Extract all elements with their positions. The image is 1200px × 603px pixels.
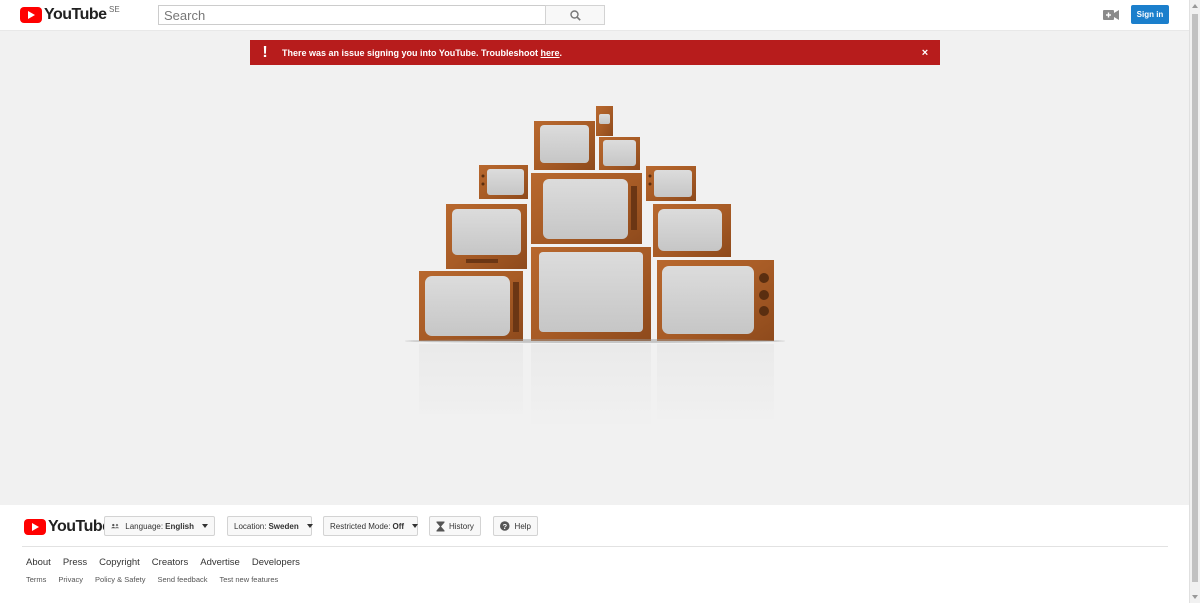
svg-text:?: ? xyxy=(502,522,507,531)
footer-link-about[interactable]: About xyxy=(26,557,51,568)
search-icon xyxy=(569,9,581,21)
scroll-up-arrow-icon[interactable] xyxy=(1192,4,1198,8)
region-code: SE xyxy=(109,5,120,14)
footer-link-terms[interactable]: Terms xyxy=(26,575,46,584)
footer-link-press[interactable]: Press xyxy=(63,557,87,568)
language-picker-button[interactable]: Language: English xyxy=(104,516,215,536)
history-button[interactable]: History xyxy=(429,516,481,536)
footer-link-advertise[interactable]: Advertise xyxy=(200,557,240,568)
footer-link-privacy[interactable]: Privacy xyxy=(58,575,83,584)
search-button[interactable] xyxy=(545,5,605,25)
help-icon: ? xyxy=(500,521,510,531)
help-label: Help xyxy=(514,521,531,531)
play-logo-icon xyxy=(24,519,46,535)
alert-text: There was an issue signing you into YouT… xyxy=(282,47,541,58)
page-scrollbar[interactable] xyxy=(1189,0,1200,603)
chevron-down-icon xyxy=(202,524,208,528)
footer-link-copyright[interactable]: Copyright xyxy=(99,557,140,568)
location-value: Sweden xyxy=(268,521,299,531)
chevron-down-icon xyxy=(306,524,313,528)
sign-in-button[interactable]: Sign in xyxy=(1131,5,1169,24)
footer-link-policy-safety[interactable]: Policy & Safety xyxy=(95,575,145,584)
alert-suffix: . xyxy=(559,47,563,58)
footer-link-test-new-features[interactable]: Test new features xyxy=(220,575,279,584)
language-label: Language: xyxy=(125,521,164,531)
troubleshoot-link[interactable]: here xyxy=(541,48,560,58)
footer-link-send-feedback[interactable]: Send feedback xyxy=(157,575,207,584)
history-label: History xyxy=(449,521,474,531)
play-logo-icon xyxy=(20,7,42,23)
masthead: YouTube SE Sign in xyxy=(0,0,1189,31)
footer-youtube-logo[interactable]: YouTube xyxy=(24,518,111,536)
alert-message: There was an issue signing you into YouT… xyxy=(280,48,910,58)
language-people-icon xyxy=(111,523,120,529)
restricted-value: Off xyxy=(392,521,405,531)
video-camera-icon[interactable] xyxy=(1103,8,1119,22)
restricted-mode-button[interactable]: Restricted Mode: Off xyxy=(323,516,419,536)
tv-pile-illustration xyxy=(400,106,790,430)
footer: YouTube Language: English Location: Sweden… xyxy=(0,505,1189,603)
footer-logo-text: YouTube xyxy=(48,518,111,535)
chevron-down-icon xyxy=(412,524,419,528)
restricted-label: Restricted Mode: xyxy=(330,521,391,531)
language-value: English xyxy=(165,521,194,531)
scroll-down-arrow-icon[interactable] xyxy=(1192,595,1198,599)
logo-text: YouTube xyxy=(44,6,107,23)
hourglass-icon xyxy=(436,521,445,531)
location-label: Location: xyxy=(234,521,267,531)
footer-link-creators[interactable]: Creators xyxy=(152,557,188,568)
help-button[interactable]: ? Help xyxy=(493,516,538,536)
close-icon[interactable]: × xyxy=(910,47,940,59)
footer-link-developers[interactable]: Developers xyxy=(252,557,300,568)
scroll-thumb[interactable] xyxy=(1192,14,1198,582)
youtube-logo[interactable]: YouTube SE xyxy=(20,5,120,25)
footer-secondary-links: Terms Privacy Policy & Safety Send feedb… xyxy=(26,575,290,584)
exclamation-icon: ! xyxy=(262,43,268,61)
search-bar xyxy=(158,5,605,25)
search-input[interactable] xyxy=(158,5,545,25)
footer-divider xyxy=(22,546,1168,547)
signin-error-alert: ! There was an issue signing you into Yo… xyxy=(250,40,940,65)
location-picker-button[interactable]: Location: Sweden xyxy=(227,516,313,536)
footer-primary-links: About Press Copyright Creators Advertise… xyxy=(26,557,312,568)
